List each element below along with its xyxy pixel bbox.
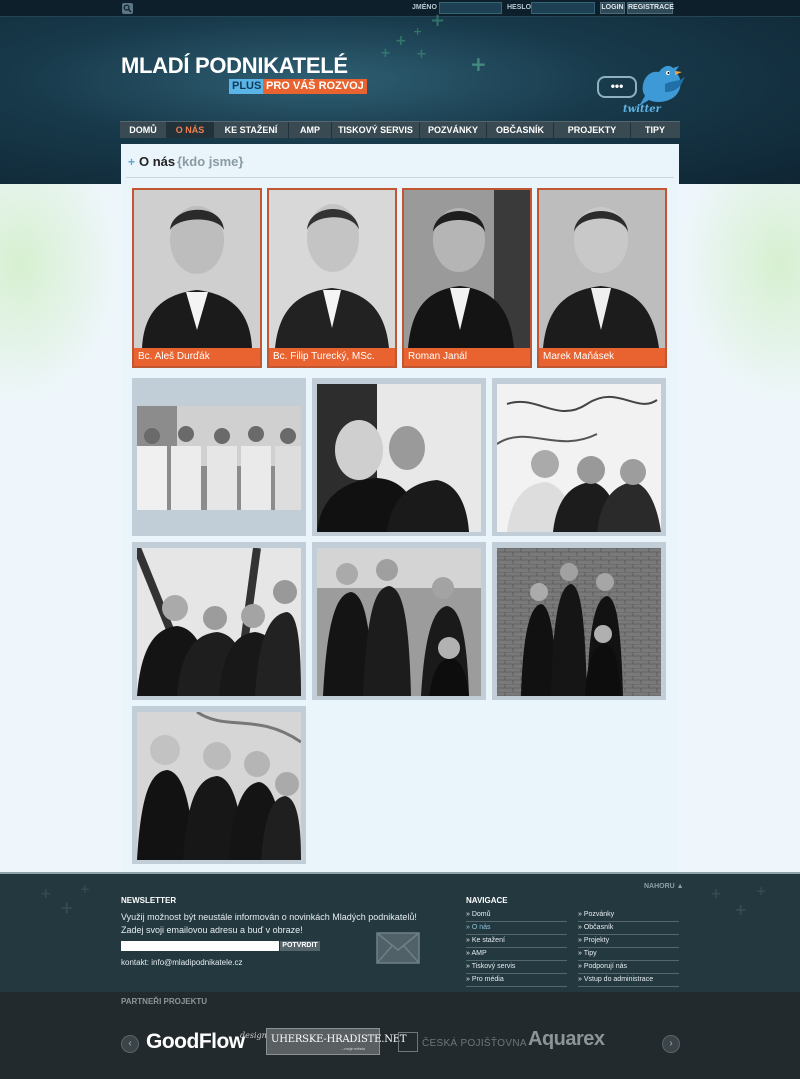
plus-decoration: +	[413, 25, 423, 38]
footer-link-amp[interactable]: » AMP	[466, 948, 567, 961]
twitter-bubble-icon[interactable]: •••	[597, 76, 637, 98]
gallery-photo	[497, 548, 661, 696]
person-name: Bc. Aleš Durďák	[138, 351, 210, 362]
person-photo	[269, 190, 395, 348]
footer-nav-title: NAVIGACE	[466, 896, 508, 905]
gallery-thumbnail[interactable]	[492, 542, 666, 700]
logo-plus: PLUS	[229, 79, 265, 94]
newsletter-text-line: Využij možnost být neustále informován o…	[121, 912, 417, 922]
register-button[interactable]: REGISTRACE	[627, 2, 674, 14]
partner-ceska-pojistovna-logo[interactable]: ČESKÁ POJIŠŤOVNA	[422, 1038, 527, 1049]
background-glow	[0, 184, 120, 404]
ceska-pojistovna-emblem-icon	[398, 1032, 418, 1052]
nav-domu[interactable]: DOMŮ	[120, 122, 167, 138]
nav-tipy[interactable]: TIPY	[631, 122, 679, 138]
partners-title: PARTNEŘI PROJEKTU	[121, 997, 208, 1006]
plus-decoration: +	[80, 882, 91, 896]
login-button[interactable]: LOGIN	[600, 2, 625, 14]
nav-projekty[interactable]: PROJEKTY	[554, 122, 631, 138]
nav-amp[interactable]: AMP	[289, 122, 332, 138]
password-label: HESLO	[507, 4, 532, 11]
gallery-photo	[137, 712, 301, 860]
gallery-thumbnail[interactable]	[492, 378, 666, 536]
back-to-top-link[interactable]: NAHORU ▲	[644, 883, 684, 890]
newsletter-submit-button[interactable]: POTVRDIT	[280, 941, 320, 951]
nav-o-nas[interactable]: O NÁS	[167, 122, 214, 138]
gallery-photo	[137, 406, 301, 510]
newsletter-title: NEWSLETTER	[121, 896, 177, 905]
partner-uherske-hradiste-text: UHERSKE-HRADISTE.NET	[271, 1034, 407, 1045]
footer-link-obcasnik[interactable]: » Občasník	[578, 922, 679, 935]
plus-decoration: +	[710, 886, 722, 902]
partner-goodflow-design: design	[240, 1031, 267, 1040]
envelope-icon	[376, 932, 420, 964]
footer-link-projekty[interactable]: » Projekty	[578, 935, 679, 948]
main-nav: DOMŮ O NÁS KE STAŽENÍ AMP TISKOVÝ SERVIS…	[120, 121, 680, 138]
gallery-photo	[137, 548, 301, 696]
page-subtitle: {kdo jsme}	[177, 154, 244, 169]
logo-subtitle: PRO VÁŠ ROZVOJ	[263, 79, 367, 94]
plus-decoration: +	[395, 33, 407, 49]
partner-aquarex-logo[interactable]: Aquarex	[528, 1028, 605, 1051]
person-name: Marek Maňásek	[543, 351, 615, 362]
footer-link-pozvanky[interactable]: » Pozvánky	[578, 909, 679, 922]
person-photo	[134, 190, 260, 348]
partner-uherske-hradiste-tagline: ...moje město	[341, 1046, 366, 1051]
person-card[interactable]: Marek Maňásek	[537, 188, 667, 368]
plus-decoration: +	[60, 898, 74, 917]
background-glow	[680, 184, 800, 404]
gallery-thumbnail[interactable]	[132, 378, 306, 536]
plus-decoration: +	[416, 47, 427, 62]
twitter-label[interactable]: twitter	[623, 104, 661, 115]
nav-pozvanky[interactable]: POZVÁNKY	[420, 122, 487, 138]
footer-link-domu[interactable]: » Domů	[466, 909, 567, 922]
person-card[interactable]: Roman Janál	[402, 188, 532, 368]
top-login-bar	[0, 0, 800, 17]
plus-decoration: +	[470, 52, 487, 76]
gallery-thumbnail[interactable]	[312, 378, 486, 536]
partners-next-button[interactable]: ›	[662, 1035, 680, 1053]
plus-decoration: +	[734, 900, 748, 919]
gallery-photo	[317, 384, 481, 532]
person-photo	[539, 190, 665, 348]
plus-decoration: +	[756, 884, 767, 898]
gallery-photo	[497, 384, 661, 532]
gallery-thumbnail[interactable]	[132, 706, 306, 864]
nav-tiskovy-servis[interactable]: TISKOVÝ SERVIS	[332, 122, 420, 138]
person-name: Roman Janál	[408, 351, 467, 362]
person-card[interactable]: Bc. Aleš Durďák	[132, 188, 262, 368]
page-title: O nás	[139, 154, 176, 169]
name-input[interactable]	[439, 2, 502, 14]
gallery-photo	[317, 548, 481, 696]
password-input[interactable]	[531, 2, 595, 14]
newsletter-email-input[interactable]	[121, 941, 279, 951]
person-photo	[404, 190, 530, 348]
partners-prev-button[interactable]: ‹	[121, 1035, 139, 1053]
nav-obcasnik[interactable]: OBČASNÍK	[487, 122, 554, 138]
plus-decoration: +	[430, 10, 446, 31]
plus-decoration: +	[40, 886, 52, 902]
twitter-bird-icon[interactable]	[635, 62, 687, 110]
title-plus-icon: +	[128, 155, 136, 169]
logo-title[interactable]: MLADÍ PODNIKATELÉ	[121, 53, 348, 79]
plus-decoration: +	[380, 46, 391, 61]
partner-goodflow-logo[interactable]: GoodFlow	[146, 1030, 245, 1054]
footer-link-podporuji-nas[interactable]: » Podporují nás	[578, 961, 679, 974]
footer-link-o-nas[interactable]: » O nás	[466, 922, 567, 935]
gallery-thumbnail[interactable]	[132, 542, 306, 700]
footer-link-ke-stazeni[interactable]: » Ke stažení	[466, 935, 567, 948]
footer-link-tiskovy-servis[interactable]: » Tiskový servis	[466, 961, 567, 974]
person-card[interactable]: Bc. Filip Turecký, MSc.	[267, 188, 397, 368]
nav-ke-stazeni[interactable]: KE STAŽENÍ	[214, 122, 289, 138]
gallery-thumbnail[interactable]	[312, 542, 486, 700]
footer-link-vstup-do-administrace[interactable]: » Vstup do administrace	[578, 974, 679, 987]
footer-link-pro-media[interactable]: » Pro média	[466, 974, 567, 987]
contact-email[interactable]: kontakt: info@mladipodnikatele.cz	[121, 958, 243, 967]
search-icon[interactable]	[122, 3, 133, 14]
footer-link-tipy[interactable]: » Tipy	[578, 948, 679, 961]
person-name: Bc. Filip Turecký, MSc.	[273, 351, 375, 362]
